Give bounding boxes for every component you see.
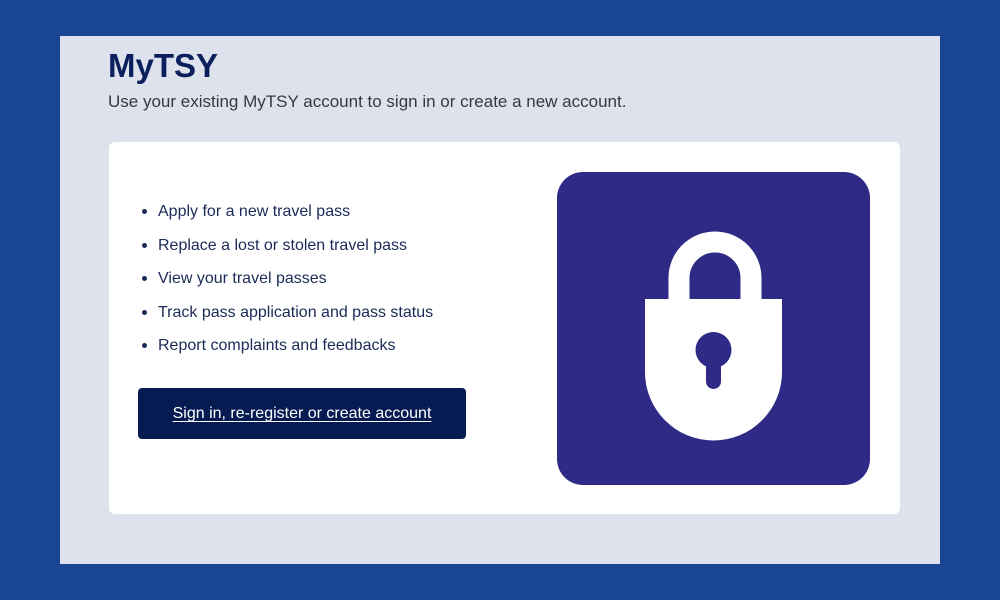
feature-list: Apply for a new travel pass Replace a lo… <box>140 200 433 368</box>
list-item-label: Track pass application and pass status <box>158 303 434 321</box>
page-subtitle: Use your existing MyTSY account to sign … <box>108 92 627 111</box>
bullet-icon <box>142 209 147 214</box>
account-card: Apply for a new travel pass Replace a lo… <box>109 142 900 514</box>
main-panel: MyTSY Use your existing MyTSY account to… <box>60 36 940 564</box>
list-item: Report complaints and feedbacks <box>140 334 433 368</box>
signin-button[interactable]: Sign in, re-register or create account <box>138 388 466 439</box>
list-item: Track pass application and pass status <box>140 301 433 335</box>
list-item: Replace a lost or stolen travel pass <box>140 234 433 268</box>
list-item-label: Report complaints and feedbacks <box>158 337 396 354</box>
list-item-label: View your travel passes <box>158 270 327 287</box>
list-item: View your travel passes <box>140 267 433 301</box>
list-item-label: Apply for a new travel pass <box>158 203 351 220</box>
lock-illustration <box>557 172 870 485</box>
lock-icon <box>645 231 782 441</box>
bullet-icon <box>142 242 147 248</box>
list-item: Apply for a new travel pass <box>140 200 433 234</box>
page-title: MyTSY <box>108 47 219 84</box>
bullet-icon <box>142 276 147 281</box>
list-item-label: Replace a lost or stolen travel pass <box>158 236 408 254</box>
bullet-icon <box>142 343 147 348</box>
bullet-icon <box>142 309 147 315</box>
